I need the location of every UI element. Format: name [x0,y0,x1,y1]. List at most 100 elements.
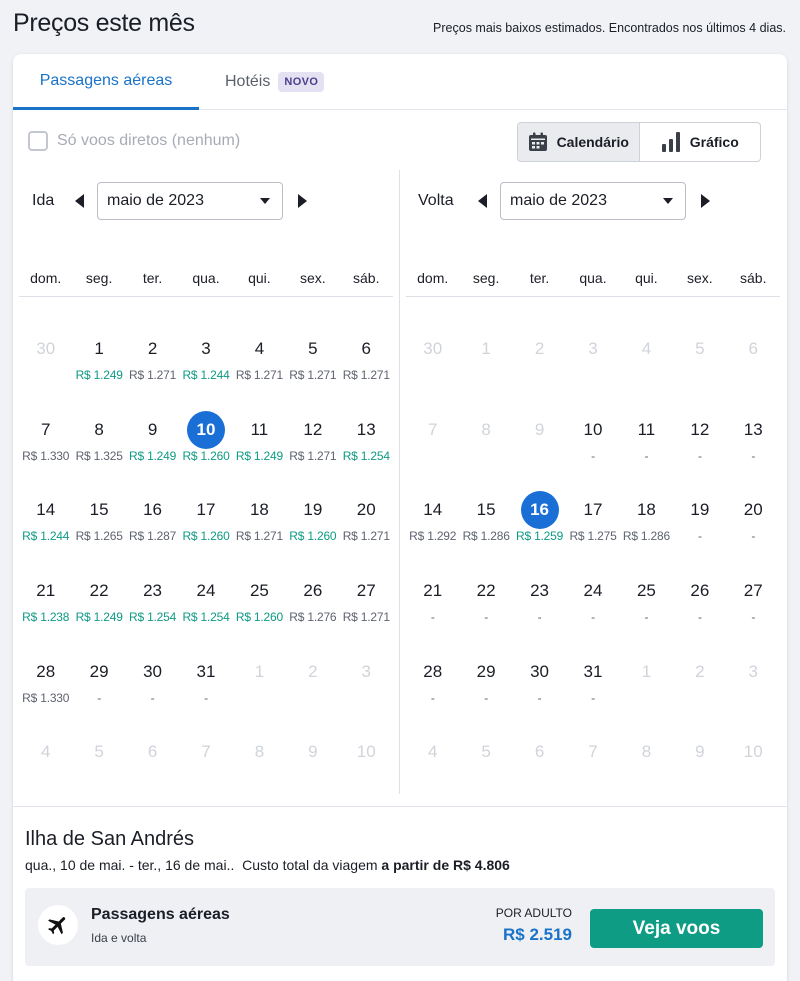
return-prev-month-icon[interactable] [478,194,487,208]
calendar-day-cell: 4 [19,733,72,814]
calendar-day-cell[interactable]: 17 R$ 1.275 [566,491,619,572]
calendar-day-cell[interactable]: 23 R$ 1.254 [126,572,179,653]
return-month-select[interactable]: maio de 2023 [500,182,686,220]
calendar-day-cell[interactable]: 13 - [727,411,780,492]
departure-prev-month-icon[interactable] [75,194,84,208]
calendar-day-cell[interactable]: 8 R$ 1.325 [72,411,125,492]
calendar-day-cell[interactable]: 2 R$ 1.271 [126,330,179,411]
calendar-day-cell[interactable]: 22 R$ 1.249 [72,572,125,653]
calendar-day-cell[interactable]: 18 R$ 1.286 [620,491,673,572]
chevron-down-icon [260,198,270,204]
day-number: 12 [303,419,323,439]
calendar-day-cell[interactable]: 16 R$ 1.287 [126,491,179,572]
day-price: R$ 1.286 [622,529,670,544]
day-price: R$ 1.259 [516,529,564,544]
departure-month-value: maio de 2023 [107,192,204,209]
day-price: R$ 1.271 [289,448,337,463]
calendar-day-cell[interactable]: 30 - [513,653,566,734]
day-number: 13 [743,419,763,439]
calendar-day-cell[interactable]: 21 - [406,572,459,653]
calendar-day-cell: 6 [727,330,780,411]
calendar-day-cell[interactable]: 10 R$ 1.260 [179,410,232,492]
departure-next-month-icon[interactable] [298,194,307,208]
calendar-divider [399,170,400,794]
calendar-day-cell[interactable]: 7 R$ 1.330 [19,411,72,492]
calendar-day-cell[interactable]: 12 R$ 1.271 [286,411,339,492]
calendar-day-cell[interactable]: 12 - [673,411,726,492]
weekday-label: sex. [299,270,326,286]
calendar-day-cell[interactable]: 26 - [673,572,726,653]
day-price: R$ 1.271 [342,610,390,625]
calendar-day-cell[interactable]: 21 R$ 1.238 [19,572,72,653]
calendar-day-cell[interactable]: 11 - [620,411,673,492]
calendar-day-cell[interactable]: 18 R$ 1.271 [233,491,286,572]
tab-flights[interactable]: Passagens aéreas [13,54,199,110]
calendar-day-cell[interactable]: 14 R$ 1.244 [19,491,72,572]
calendar-icon [528,132,547,151]
calendar-day-cell[interactable]: 10 - [566,411,619,492]
calendar-day-cell[interactable]: 15 R$ 1.265 [72,491,125,572]
view-flights-button[interactable]: Veja voos [590,909,763,948]
calendar-day-cell[interactable]: 25 - [620,572,673,653]
calendar-day-cell[interactable]: 29 - [72,653,125,734]
day-price: R$ 1.271 [342,529,390,544]
calendar-day-cell[interactable]: 6 R$ 1.271 [340,330,393,411]
calendar-day-cell: 30 [406,330,459,411]
day-price: R$ 1.244 [182,368,230,382]
direct-flights-filter[interactable]: Só voos diretos (nenhum) [28,131,240,151]
calendar-day-cell[interactable]: 19 R$ 1.260 [286,491,339,572]
tab-hotels[interactable]: Hotéis NOVO [225,54,325,110]
calendar-day-cell[interactable]: 20 - [727,491,780,572]
chart-view-button[interactable]: Gráfico [640,123,761,161]
calendar-day-cell[interactable]: 4 R$ 1.271 [233,330,286,411]
calendar-day-cell[interactable]: 14 R$ 1.292 [406,491,459,572]
calendar-day-cell[interactable]: 16 R$ 1.259 [513,491,566,572]
day-price: R$ 1.249 [75,368,123,382]
calendar-day-cell[interactable]: 25 R$ 1.260 [233,572,286,653]
weekday-label: dom. [417,270,449,286]
day-number: 29 [89,661,109,681]
calendar-day-cell[interactable]: 1 R$ 1.249 [72,330,125,411]
calendar-day-cell: 4 [406,733,459,814]
calendar-day-cell[interactable]: 9 R$ 1.249 [126,411,179,492]
day-price: R$ 1.254 [182,610,230,625]
calendar-day-cell[interactable]: 24 - [566,572,619,653]
calendar-day-cell[interactable]: 15 R$ 1.286 [459,491,512,572]
calendar-day-cell[interactable]: 13 R$ 1.254 [340,411,393,492]
calendar-day-cell[interactable]: 27 R$ 1.271 [340,572,393,653]
day-number: 26 [690,581,710,601]
calendar-day-cell[interactable]: 3 R$ 1.244 [179,330,232,411]
calendar-day-cell[interactable]: 23 - [513,572,566,653]
calendar-day-cell[interactable]: 31 - [566,653,619,734]
calendar-day-cell[interactable]: 20 R$ 1.271 [340,491,393,572]
calendar-day-cell[interactable]: 28 - [406,653,459,734]
calendar-day-cell[interactable]: 28 R$ 1.330 [19,653,72,734]
day-number: 18 [249,500,269,520]
day-price: R$ 1.286 [462,529,510,544]
calendar-day-cell[interactable]: 24 R$ 1.254 [179,572,232,653]
calendar-day-cell[interactable]: 30 - [126,653,179,734]
day-price: R$ 1.271 [235,529,283,544]
calendar-day-cell[interactable]: 31 - [179,653,232,734]
day-price: R$ 1.249 [75,610,123,625]
calendar-day-cell[interactable]: 5 R$ 1.271 [286,330,339,411]
day-number: 16 [143,500,163,520]
return-next-month-icon[interactable] [701,194,710,208]
day-price: - [537,690,542,705]
day-price: - [697,529,702,544]
calendar-day-cell[interactable]: 29 - [459,653,512,734]
calendar-day-cell[interactable]: 19 - [673,491,726,572]
calendar-day-cell[interactable]: 17 R$ 1.260 [179,491,232,572]
day-number: 30 [530,661,550,681]
calendar-day-cell[interactable]: 26 R$ 1.276 [286,572,339,653]
day-price: - [537,610,542,625]
calendar-view-button[interactable]: Calendário [518,123,640,161]
calendar-day-cell: 5 [673,330,726,411]
day-price: R$ 1.275 [569,529,617,544]
calendar-day-cell[interactable]: 27 - [727,572,780,653]
direct-flights-checkbox[interactable] [28,131,48,151]
day-price: - [97,690,102,705]
departure-month-select[interactable]: maio de 2023 [97,182,283,220]
calendar-day-cell[interactable]: 11 R$ 1.249 [233,411,286,492]
calendar-day-cell[interactable]: 22 - [459,572,512,653]
